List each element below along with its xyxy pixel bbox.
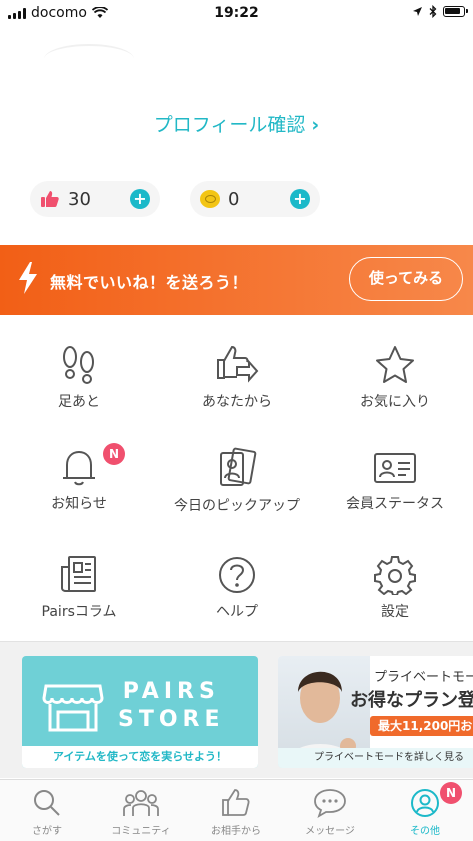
chat-bubble-icon — [314, 789, 346, 818]
tab-search[interactable]: さがす — [0, 788, 94, 837]
points-count: 0 — [228, 188, 240, 210]
promo-carousel: PAIRSSTORE アイテムを使って恋を実らせよう！ プライベートモード お得… — [0, 641, 473, 778]
newspaper-icon — [61, 556, 96, 592]
menu-column[interactable]: Pairsコラム — [0, 555, 158, 621]
id-card-icon — [374, 453, 416, 483]
status-bar: docomo 19:22 — [0, 0, 473, 26]
menu-from-you[interactable]: あなたから — [158, 345, 316, 411]
search-icon — [34, 790, 60, 816]
likes-count: 30 — [68, 188, 91, 210]
menu-pickup[interactable]: 今日のピックアップ — [158, 447, 316, 515]
location-icon — [413, 7, 422, 16]
pairs-store-banner[interactable]: PAIRS STORE アイテムを使って恋を実らせよう！ — [22, 656, 258, 768]
tab-label: メッセージ — [305, 826, 355, 837]
points-counter[interactable]: 0 + — [190, 181, 320, 217]
tab-label: お相手から — [211, 826, 261, 837]
private-price: 最大11,200円おトク — [370, 716, 473, 736]
banner-text: 無料でいいね！を送ろう！ — [50, 273, 249, 292]
profile-confirm-label: プロフィール確認 — [153, 114, 306, 136]
thumbs-up-icon — [41, 191, 59, 207]
likes-counter[interactable]: 30 + — [30, 181, 160, 217]
tab-messages[interactable]: メッセージ — [283, 788, 377, 837]
gear-icon — [374, 556, 416, 595]
store-icon — [42, 684, 104, 732]
thumbs-up-icon — [222, 789, 250, 816]
chevron-right-icon: › — [311, 114, 320, 136]
tab-likes-from[interactable]: お相手から — [189, 788, 283, 837]
free-like-banner[interactable]: 無料でいいね！を送ろう！ 使ってみる — [0, 245, 473, 315]
add-points-button[interactable]: + — [290, 189, 310, 209]
private-headline: お得なプラン登場 — [350, 690, 473, 711]
profile-cards-icon — [220, 447, 257, 486]
notice-badge: N — [103, 443, 125, 465]
private-mode-banner[interactable]: プライベートモード お得なプラン登場 最大11,200円おトク プライベートモー… — [278, 656, 473, 768]
clock: 19:22 — [214, 5, 259, 21]
private-caption: プライベートモードを詳しく見る — [278, 748, 473, 768]
user-circle-icon — [411, 789, 439, 817]
help-icon — [219, 557, 255, 593]
menu-grid: 足あと あなたから お気に入り お知らせ N 今日のピックアップ 会員ステータス… — [0, 315, 473, 641]
lightning-icon — [19, 262, 37, 294]
tab-label: コミュニティ — [111, 826, 171, 837]
bell-icon — [63, 450, 95, 486]
menu-label: 足あと — [58, 394, 100, 410]
profile-confirm-link[interactable]: プロフィール確認 › — [0, 110, 473, 137]
menu-label: ヘルプ — [216, 604, 258, 620]
menu-label: 設定 — [381, 604, 409, 620]
menu-label: お知らせ — [51, 496, 107, 512]
tab-community[interactable]: コミュニティ — [94, 788, 188, 837]
battery-icon — [443, 6, 468, 17]
community-icon — [123, 790, 159, 816]
menu-settings[interactable]: 設定 — [316, 555, 473, 621]
tab-label: さがす — [32, 826, 62, 837]
bluetooth-icon — [429, 5, 437, 18]
thumbs-up-send-icon — [217, 345, 259, 383]
footprints-icon — [63, 346, 94, 384]
tab-bar: さがす コミュニティ お相手から メッセージ その他 N — [0, 779, 473, 841]
menu-label: 会員ステータス — [346, 496, 444, 512]
menu-label: あなたから — [202, 394, 272, 410]
avatar[interactable] — [44, 44, 134, 74]
star-icon — [376, 346, 414, 383]
menu-label: お気に入り — [360, 394, 430, 410]
add-likes-button[interactable]: + — [130, 189, 150, 209]
menu-label: 今日のピックアップ — [174, 498, 300, 514]
store-title: PAIRS STORE — [118, 679, 225, 732]
other-badge: N — [440, 782, 462, 804]
coin-icon — [200, 190, 220, 208]
menu-footprints[interactable]: 足あと — [0, 345, 158, 411]
tab-label: その他 — [410, 826, 440, 837]
store-caption: アイテムを使って恋を実らせよう！ — [22, 746, 258, 768]
tab-other[interactable]: その他 N — [378, 782, 472, 837]
try-button[interactable]: 使ってみる — [349, 257, 463, 301]
menu-favorites[interactable]: お気に入り — [316, 345, 473, 411]
private-title: プライベートモード — [374, 670, 473, 685]
menu-member-status[interactable]: 会員ステータス — [316, 447, 473, 513]
menu-help[interactable]: ヘルプ — [158, 555, 316, 621]
menu-label: Pairsコラム — [41, 604, 117, 620]
menu-notices[interactable]: お知らせ N — [0, 443, 158, 513]
